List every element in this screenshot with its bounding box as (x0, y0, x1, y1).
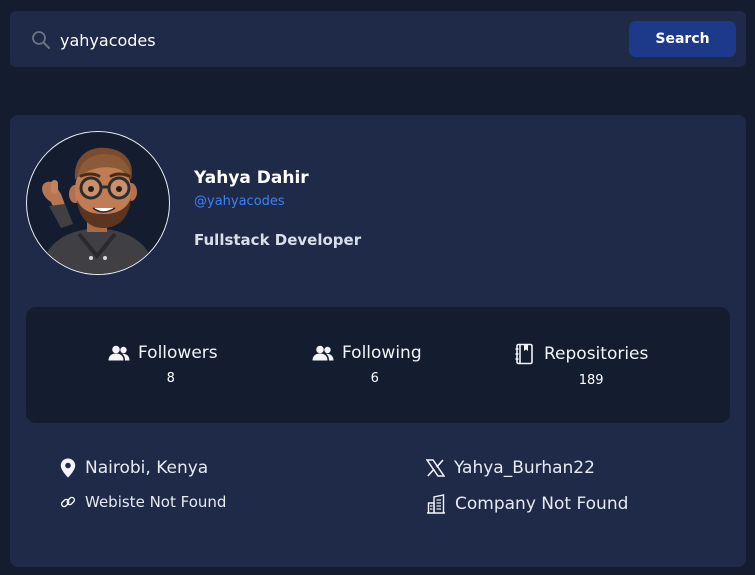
users-icon (108, 345, 130, 361)
avatar (26, 131, 170, 275)
user-handle-link[interactable]: @yahyacodes (194, 194, 285, 209)
profile-card: Yahya Dahir @yahyacodes Fullstack Develo… (10, 115, 746, 567)
location-item: Nairobi, Kenya (60, 458, 208, 478)
location-text: Nairobi, Kenya (85, 458, 209, 478)
stat-followers: Followers 8 (108, 343, 218, 386)
followers-label: Followers (138, 343, 218, 363)
search-input[interactable] (58, 23, 622, 57)
memoji-avatar-icon (41, 147, 155, 274)
user-name: Yahya Dahir (194, 168, 309, 188)
building-icon (426, 494, 446, 514)
twitter-handle-text: Yahya_Burhan22 (454, 458, 595, 478)
website-text: Webiste Not Found (85, 493, 227, 511)
repositories-count: 189 (578, 373, 604, 388)
x-logo-icon (426, 459, 445, 477)
following-label: Following (342, 343, 422, 363)
stat-repositories: Repositories 189 (514, 343, 648, 388)
users-icon (312, 345, 334, 361)
stats-panel: Followers 8 Following 6 Repositories 189 (26, 307, 730, 423)
book-icon (514, 343, 536, 365)
map-pin-icon (60, 458, 76, 478)
repositories-label: Repositories (544, 344, 649, 364)
twitter-item[interactable]: Yahya_Burhan22 (426, 458, 595, 478)
company-text: Company Not Found (455, 494, 629, 514)
user-bio: Fullstack Developer (194, 231, 362, 249)
following-count: 6 (370, 371, 379, 386)
search-bar: Search (10, 11, 746, 67)
followers-count: 8 (166, 371, 175, 386)
stat-following: Following 6 (312, 343, 422, 386)
link-icon (60, 494, 76, 510)
search-button[interactable]: Search (629, 21, 736, 57)
search-icon (31, 30, 51, 50)
company-item: Company Not Found (426, 494, 628, 514)
website-item: Webiste Not Found (60, 493, 226, 511)
